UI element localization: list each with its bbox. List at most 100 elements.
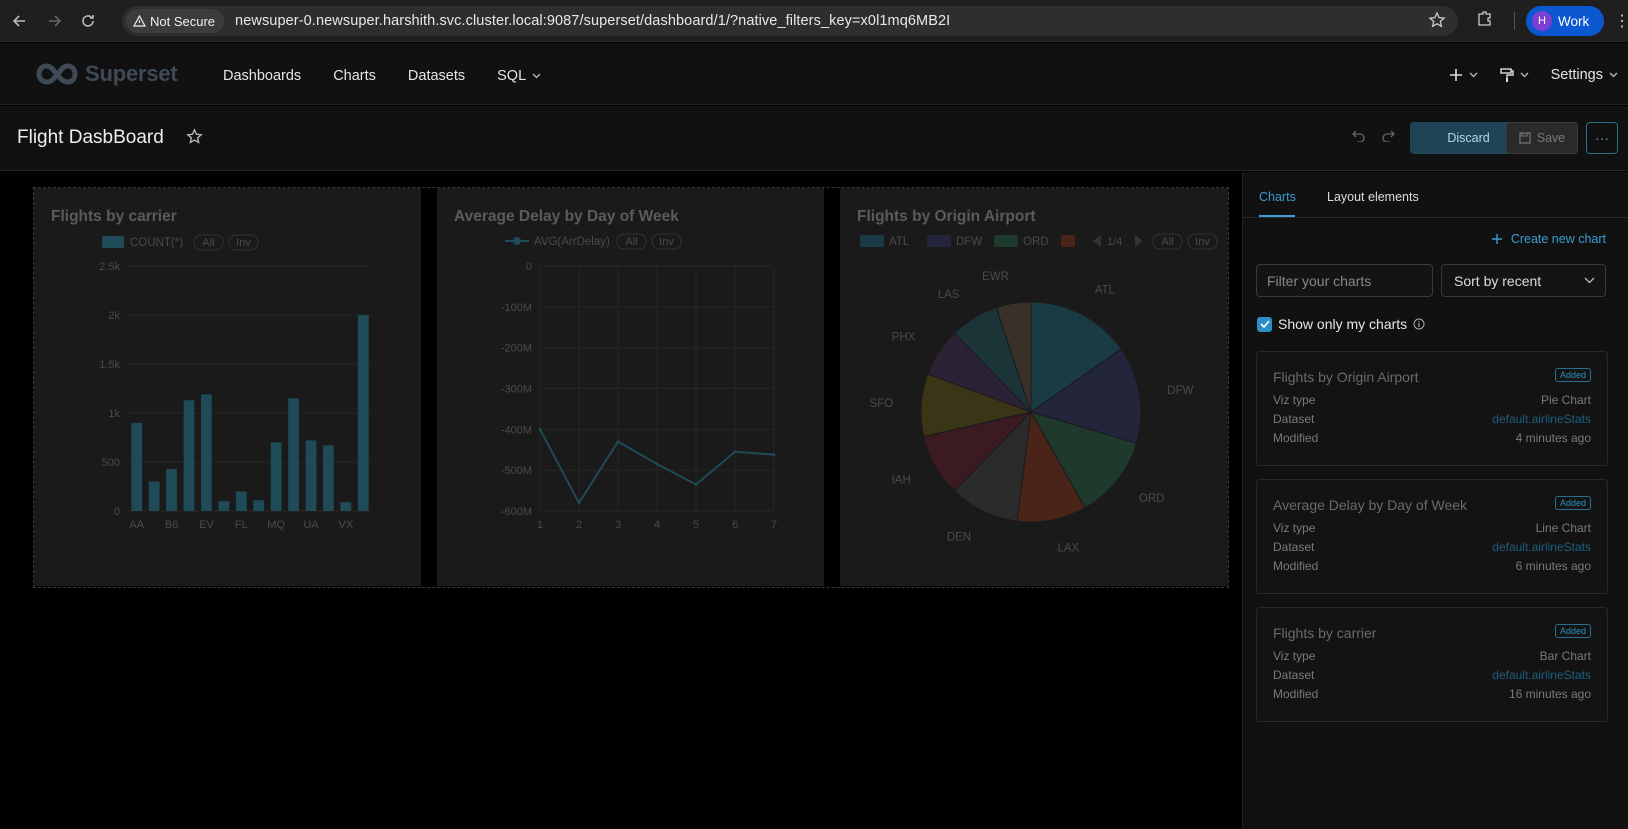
dashboard-grid: Flights by carrier COUNT(*) All Inv 0 500 1k 1… bbox=[33, 187, 1229, 588]
extensions-icon[interactable] bbox=[1476, 9, 1494, 32]
dataset-link[interactable]: default.airlineStats bbox=[1492, 540, 1591, 554]
chart-list-item[interactable]: Average Delay by Day of Week Added Viz t… bbox=[1256, 479, 1608, 594]
undo-icon[interactable] bbox=[1352, 129, 1365, 145]
menu-dashboards[interactable]: Dashboards bbox=[223, 68, 301, 84]
chevron-down-icon bbox=[1469, 72, 1478, 78]
dataset-row: Dataset default.airlineStats bbox=[1273, 668, 1591, 682]
save-icon bbox=[1519, 132, 1531, 144]
x-tick-label: 5 bbox=[693, 519, 699, 531]
chart-card-delay[interactable]: Average Delay by Day of Week AVG(ArrDela… bbox=[437, 188, 824, 586]
create-new-chart-label: Create new chart bbox=[1510, 232, 1606, 246]
reload-icon[interactable] bbox=[74, 7, 102, 35]
security-indicator[interactable]: Not Secure bbox=[126, 9, 225, 33]
modified-value: 6 minutes ago bbox=[1515, 559, 1591, 573]
dashboard-title[interactable]: Flight DasbBoard bbox=[17, 127, 164, 149]
show-only-my-charts[interactable]: Show only my charts bbox=[1257, 316, 1425, 332]
redo-icon[interactable] bbox=[1382, 129, 1395, 145]
avatar: H bbox=[1532, 11, 1552, 31]
x-tick-label: 2 bbox=[576, 519, 582, 531]
viz-type-label: Viz type bbox=[1273, 521, 1316, 535]
legend-button-label: All bbox=[202, 237, 214, 249]
viz-type-label: Viz type bbox=[1273, 393, 1316, 407]
new-item-button[interactable] bbox=[1449, 68, 1478, 82]
show-only-my-charts-label: Show only my charts bbox=[1278, 316, 1408, 332]
save-label: Save bbox=[1536, 131, 1566, 145]
slice-label: PHX bbox=[892, 332, 916, 344]
modified-value: 4 minutes ago bbox=[1515, 431, 1591, 445]
forward-icon[interactable] bbox=[40, 7, 68, 35]
show-only-my-charts-checkbox[interactable] bbox=[1257, 316, 1272, 332]
data-point bbox=[733, 450, 737, 454]
filter-charts-input[interactable] bbox=[1256, 264, 1433, 297]
viz-type-value: Bar Chart bbox=[1539, 649, 1591, 663]
slice-label: ORD bbox=[1139, 493, 1165, 505]
back-icon[interactable] bbox=[6, 7, 34, 35]
favorite-star-icon[interactable] bbox=[186, 128, 203, 150]
bar bbox=[340, 502, 352, 511]
slice-label: EWR bbox=[982, 271, 1009, 283]
bar bbox=[218, 501, 230, 511]
tab-charts[interactable]: Charts bbox=[1259, 190, 1296, 204]
legend-swatch bbox=[102, 236, 124, 248]
menu-sql[interactable]: SQL bbox=[497, 68, 541, 84]
logo-text: Superset bbox=[85, 61, 178, 86]
y-tick-label: -400M bbox=[501, 424, 532, 436]
more-options-button[interactable]: ··· bbox=[1586, 122, 1618, 154]
viz-type-label: Viz type bbox=[1273, 649, 1316, 663]
modified-value: 16 minutes ago bbox=[1508, 687, 1591, 701]
toolbar-divider bbox=[1514, 12, 1515, 30]
panel-tabs: Charts Layout elements bbox=[1243, 172, 1628, 218]
bar bbox=[201, 394, 212, 511]
modified-label: Modified bbox=[1273, 687, 1319, 701]
legend-swatch bbox=[1061, 235, 1075, 247]
legend-prev-icon bbox=[1093, 235, 1101, 247]
modified-label: Modified bbox=[1273, 431, 1319, 445]
dataset-link[interactable]: default.airlineStats bbox=[1492, 412, 1591, 426]
browser-menu-icon[interactable]: ⋮ bbox=[1614, 11, 1628, 31]
address-bar[interactable]: Not Secure newsuper-0.newsuper.harshith.… bbox=[122, 6, 1458, 36]
data-point bbox=[694, 482, 698, 486]
sort-select[interactable]: Sort by recent bbox=[1441, 264, 1606, 297]
sort-select-value: Sort by recent bbox=[1454, 272, 1542, 289]
legend-swatch bbox=[994, 235, 1018, 247]
settings-menu[interactable]: Settings bbox=[1551, 67, 1618, 83]
chart-card-carrier[interactable]: Flights by carrier COUNT(*) All Inv 0 500 1k 1… bbox=[34, 188, 421, 586]
dataset-label: Dataset bbox=[1273, 668, 1315, 682]
bookmark-star-icon[interactable] bbox=[1428, 11, 1446, 34]
menu-charts[interactable]: Charts bbox=[333, 68, 376, 84]
plus-icon bbox=[1449, 69, 1462, 81]
dataset-link[interactable]: default.airlineStats bbox=[1492, 668, 1591, 682]
plus-icon bbox=[1491, 234, 1502, 244]
main-menu: Dashboards Charts Datasets SQL bbox=[223, 68, 573, 84]
info-icon[interactable] bbox=[1413, 318, 1425, 330]
bar bbox=[253, 500, 265, 511]
theme-button[interactable] bbox=[1499, 67, 1529, 83]
url-text[interactable]: newsuper-0.newsuper.harshith.svc.cluster… bbox=[235, 13, 950, 29]
viz-type-row: Viz type Line Chart bbox=[1273, 521, 1591, 535]
chart-list-item[interactable]: Flights by carrier Added Viz type Bar Cha… bbox=[1256, 607, 1608, 722]
y-tick-label: -200M bbox=[501, 343, 532, 355]
legend-page: 1/4 bbox=[1107, 236, 1122, 248]
bar bbox=[288, 398, 299, 511]
legend-swatch bbox=[927, 235, 951, 247]
y-tick-label: 500 bbox=[102, 457, 120, 469]
y-tick-label: 1k bbox=[108, 408, 120, 420]
added-badge: Added bbox=[1554, 496, 1591, 510]
superset-logo[interactable]: Superset bbox=[35, 61, 178, 87]
save-button[interactable]: Save bbox=[1506, 122, 1578, 154]
chart-list-item[interactable]: Flights by Origin Airport Added Viz type… bbox=[1256, 351, 1608, 466]
menu-datasets[interactable]: Datasets bbox=[408, 68, 465, 84]
profile-button[interactable]: H Work bbox=[1526, 6, 1604, 36]
dashboard-header: Flight DasbBoard Discard Save ··· bbox=[0, 106, 1628, 171]
create-new-chart-button[interactable]: Create new chart bbox=[1491, 232, 1606, 246]
modified-row: Modified 16 minutes ago bbox=[1273, 687, 1591, 701]
x-tick-label: 1 bbox=[537, 519, 543, 531]
tab-layout-elements[interactable]: Layout elements bbox=[1327, 190, 1419, 204]
legend-next-icon bbox=[1135, 235, 1143, 247]
builder-panel: Charts Layout elements Create new chart … bbox=[1242, 172, 1628, 829]
chart-item-title: Flights by Origin Airport bbox=[1273, 369, 1419, 385]
chart-card-origin[interactable]: Flights by Origin Airport ATL DFW ORD 1/4 Al… bbox=[840, 188, 1228, 586]
modified-row: Modified 6 minutes ago bbox=[1273, 559, 1591, 573]
chart-item-title: Average Delay by Day of Week bbox=[1273, 497, 1468, 513]
bar bbox=[323, 445, 334, 511]
